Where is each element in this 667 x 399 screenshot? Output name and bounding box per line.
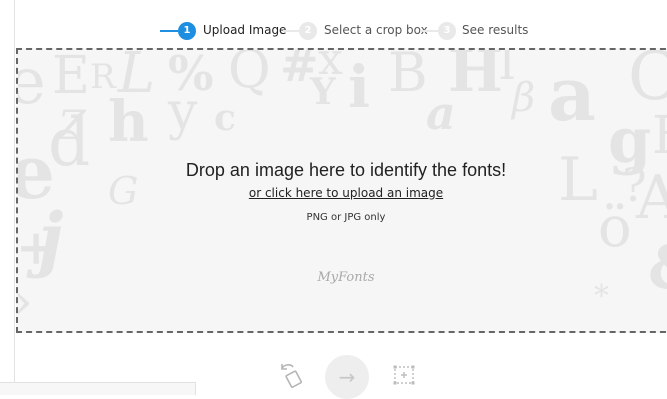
bottom-panel [0, 382, 196, 395]
rotate-icon[interactable] [279, 362, 305, 388]
crop-box-icon[interactable] [392, 363, 416, 387]
step-2-label: Select a crop box [324, 23, 428, 37]
upload-link-row: or click here to upload an image [18, 186, 667, 200]
step-2-circle: 2 [299, 22, 317, 40]
frame-border [14, 0, 15, 395]
step-2-connector [283, 30, 299, 32]
step-1-label: Upload Image [203, 23, 287, 37]
step-3-label: See results [462, 23, 529, 37]
myfonts-logo: MyFonts [317, 270, 375, 285]
step-1-circle: 1 [178, 22, 196, 40]
progress-stepper: 1 Upload Image 2 Select a crop box 3 See… [0, 20, 667, 42]
file-type-note: PNG or JPG only [306, 212, 386, 223]
upload-link[interactable]: or click here to upload an image [249, 186, 443, 200]
image-dropzone[interactable]: e E R L % Q # x Y i B H I a β a C Z h y … [16, 48, 667, 333]
step-3-circle: 3 [438, 22, 456, 40]
dropzone-title: Drop an image here to identify the fonts… [185, 160, 507, 180]
next-step-button[interactable]: → [325, 355, 369, 399]
arrow-right-icon: → [338, 365, 356, 389]
step-3-connector [420, 30, 438, 32]
step-1-connector [160, 30, 178, 32]
